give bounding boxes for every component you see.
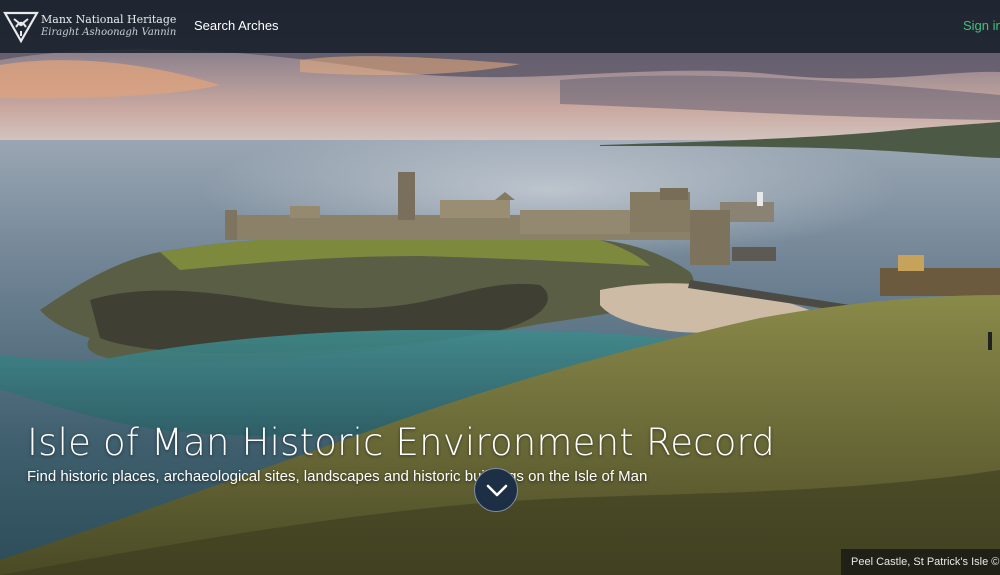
brand-name: Manx National Heritage: [41, 13, 177, 26]
scroll-down-button[interactable]: [474, 468, 518, 512]
site-header: Manx National Heritage Eiraght Ashoonagh…: [0, 0, 1000, 53]
brand-subtitle: Eiraght Ashoonagh Vannin: [41, 27, 177, 38]
sign-in-link[interactable]: Sign in: [963, 18, 1000, 33]
photo-caption: Peel Castle, St Patrick's Isle ©: [841, 549, 1000, 575]
nav-search-arches[interactable]: Search Arches: [194, 18, 279, 33]
manx-heritage-logo-icon[interactable]: [3, 9, 39, 45]
brand[interactable]: Manx National Heritage Eiraght Ashoonagh…: [41, 13, 176, 39]
hero-subtitle: Find historic places, archaeological sit…: [27, 468, 648, 485]
hero-title: Isle of Man Historic Environment Record: [27, 421, 775, 464]
chevron-down-icon: [486, 484, 508, 497]
